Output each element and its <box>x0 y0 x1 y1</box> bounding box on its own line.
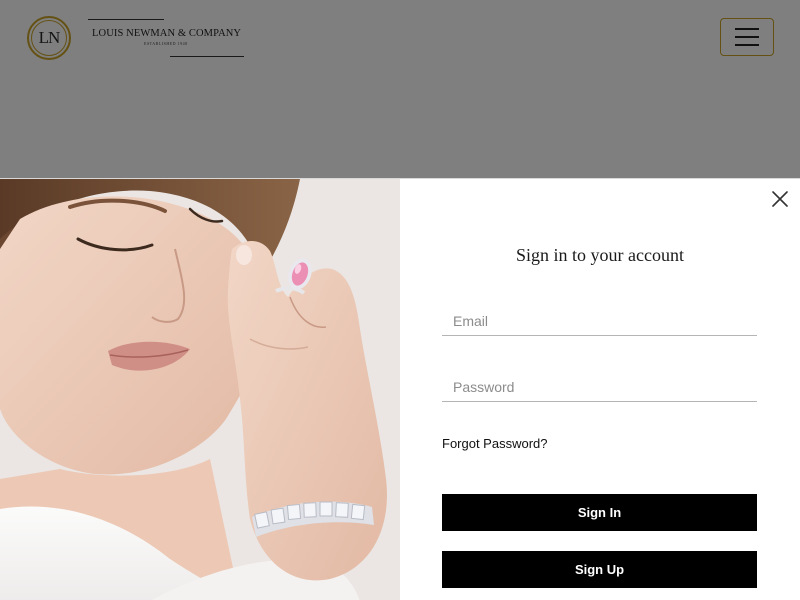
signup-button[interactable]: Sign Up <box>442 551 757 588</box>
model-jewelry-photo <box>0 179 400 600</box>
close-button[interactable] <box>768 187 792 211</box>
forgot-password-link[interactable]: Forgot Password? <box>442 436 548 451</box>
password-field[interactable] <box>442 372 757 402</box>
signin-modal: Sign in to your account Forgot Password?… <box>0 178 800 600</box>
close-icon <box>772 191 788 207</box>
email-field[interactable] <box>442 306 757 336</box>
modal-title: Sign in to your account <box>516 245 684 265</box>
signin-button[interactable]: Sign In <box>442 494 757 531</box>
